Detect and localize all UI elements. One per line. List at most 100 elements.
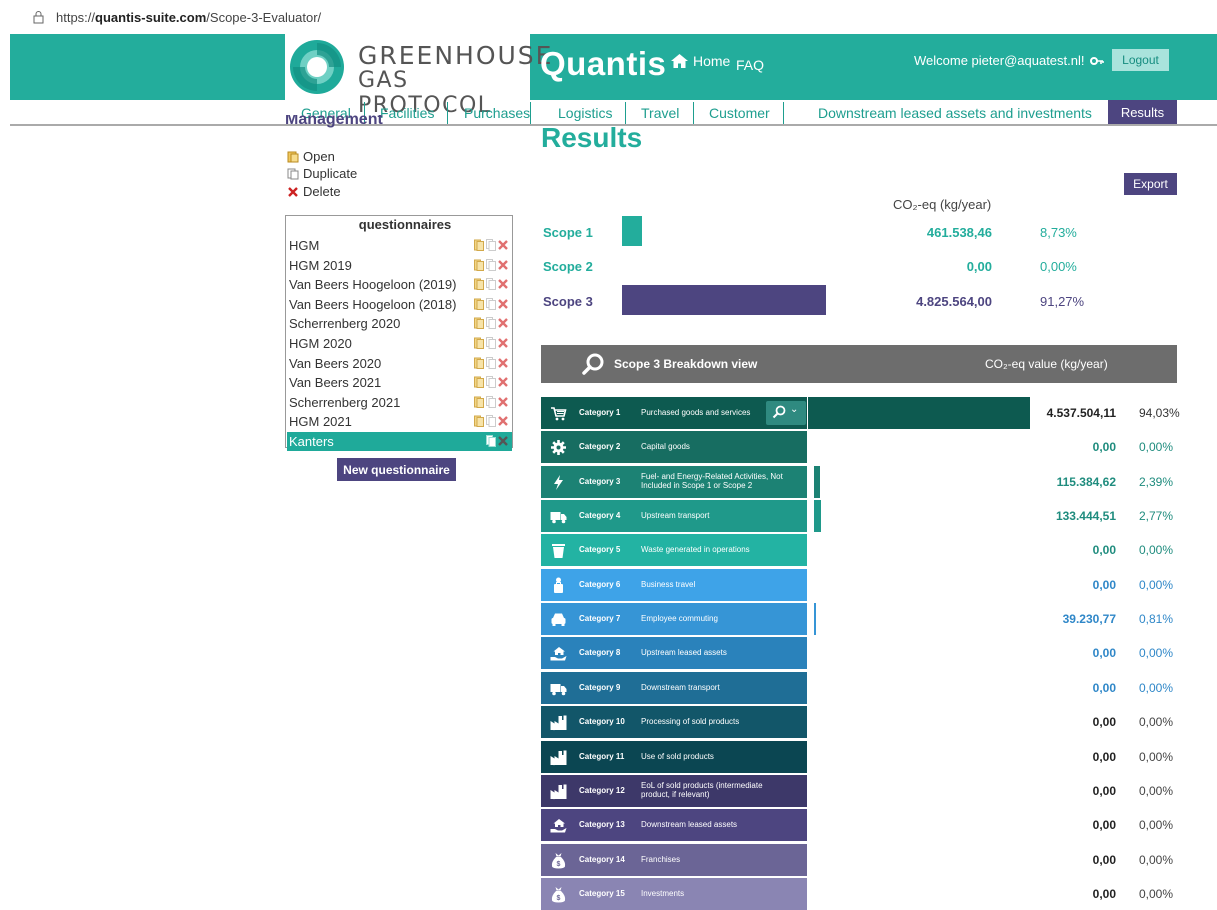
category-number: Category 7 (579, 614, 621, 624)
delete-icon[interactable] (498, 435, 508, 447)
category-row[interactable]: Category 11 Use of sold products (541, 740, 807, 773)
category-row[interactable]: Category 2 Capital goods (541, 431, 807, 464)
delete-icon[interactable] (498, 317, 508, 329)
questionnaire-item[interactable]: Kanters (287, 432, 512, 451)
open-icon[interactable] (474, 317, 484, 330)
category-bar (814, 465, 820, 498)
delete-icon[interactable] (498, 259, 508, 271)
duplicate-icon[interactable] (486, 435, 496, 447)
open-action[interactable]: Open (287, 149, 335, 164)
category-value: 0,00 (1092, 577, 1116, 592)
questionnaire-item[interactable]: Scherrenberg 2020 (287, 314, 512, 333)
lightning-icon (554, 474, 563, 490)
category-row[interactable]: Category 6 Business travel (541, 568, 807, 601)
category-percent: 2,77% (1139, 509, 1174, 524)
questionnaire-item[interactable]: Scherrenberg 2021 (287, 393, 512, 412)
delete-icon[interactable] (498, 415, 508, 427)
delete-icon[interactable] (498, 396, 508, 408)
url-text[interactable]: https://quantis-suite.com/Scope-3-Evalua… (56, 10, 321, 25)
questionnaire-item[interactable]: HGM 2019 (287, 256, 512, 275)
tab-travel[interactable]: Travel (641, 104, 679, 122)
questionnaire-item[interactable]: Van Beers Hoogeloon (2018) (287, 295, 512, 314)
delete-icon[interactable] (498, 239, 508, 251)
delete-icon[interactable] (498, 278, 508, 290)
open-icon[interactable] (474, 298, 484, 310)
delete-icon[interactable] (498, 337, 508, 349)
questionnaire-item[interactable]: HGM 2021 (287, 412, 512, 431)
category-details-button[interactable]: ⌄ (766, 401, 806, 425)
open-icon[interactable] (474, 396, 484, 408)
questionnaire-item[interactable]: HGM 2020 (287, 334, 512, 353)
category-row[interactable]: Category 3 Fuel- and Energy-Related Activ… (541, 465, 807, 498)
delete-icon[interactable] (498, 376, 508, 388)
scope-percent: 0,00% (1040, 259, 1077, 274)
category-row[interactable]: $ Category 15 Investments (541, 877, 807, 910)
tab-purchases[interactable]: Purchases (464, 104, 530, 122)
category-row[interactable]: Category 5 Waste generated in operations (541, 534, 807, 567)
delete-action[interactable]: Delete (287, 184, 341, 199)
category-row[interactable]: $ Category 14 Franchises (541, 843, 807, 876)
open-icon[interactable] (474, 259, 484, 271)
category-row[interactable]: Category 13 Downstream leased assets (541, 809, 807, 842)
tab-downstream[interactable]: Downstream leased assets and investments (818, 104, 1092, 122)
category-number: Category 11 (579, 751, 625, 761)
scope-label: Scope 2 (543, 259, 593, 274)
ghg-protocol-logo: GREENHOUSE GAS PROTOCOL (285, 34, 551, 118)
category-description: Waste generated in operations (641, 545, 750, 555)
duplicate-icon[interactable] (486, 395, 496, 408)
tab-customer[interactable]: Customer (709, 104, 770, 122)
new-questionnaire-button[interactable]: New questionnaire (337, 458, 456, 481)
category-description: Capital goods (641, 442, 690, 452)
duplicate-icon[interactable] (486, 317, 496, 330)
delete-icon[interactable] (498, 357, 508, 369)
duplicate-icon[interactable] (486, 278, 496, 291)
logout-button[interactable]: Logout (1112, 49, 1169, 71)
scope-value: 461.538,46 (926, 225, 992, 240)
open-icon[interactable] (474, 415, 484, 428)
tab-divider (783, 102, 784, 124)
category-description: Employee commuting (641, 614, 718, 624)
scope-percent: 8,73% (1040, 225, 1077, 240)
questionnaire-item[interactable]: Van Beers Hoogeloon (2019) (287, 275, 512, 294)
duplicate-icon[interactable] (486, 337, 496, 349)
duplicate-icon[interactable] (486, 356, 496, 369)
category-row[interactable]: Category 12 EoL of sold products (interme… (541, 774, 807, 807)
open-icon[interactable] (474, 376, 484, 389)
questionnaire-name: Scherrenberg 2020 (289, 316, 401, 332)
category-row[interactable]: Category 9 Downstream transport (541, 671, 807, 704)
questionnaire-name: Kanters (289, 434, 334, 449)
category-description: Use of sold products (641, 751, 714, 761)
home-link[interactable]: Home (670, 53, 730, 69)
tab-facilities[interactable]: Facilities (380, 104, 434, 122)
category-row[interactable]: Category 1 Purchased goods and services ⌄ (541, 397, 807, 429)
open-icon[interactable] (474, 357, 484, 369)
category-row[interactable]: Category 7 Employee commuting (541, 603, 807, 636)
questionnaire-list-title: questionnaires (358, 217, 452, 232)
delete-icon[interactable] (498, 298, 508, 310)
category-number: Category 3 (579, 476, 621, 486)
category-row[interactable]: Category 8 Upstream leased assets (541, 637, 807, 670)
questionnaire-item[interactable]: HGM (287, 236, 512, 255)
page-info-icon[interactable] (33, 10, 44, 24)
duplicate-icon[interactable] (486, 415, 496, 428)
category-row[interactable]: Category 10 Processing of sold products (541, 706, 807, 739)
scope-label: Scope 3 (543, 294, 593, 309)
duplicate-action[interactable]: Duplicate (287, 166, 357, 181)
duplicate-icon[interactable] (486, 297, 496, 310)
questionnaire-item[interactable]: Van Beers 2021 (287, 373, 512, 392)
address-bar[interactable]: https://quantis-suite.com/Scope-3-Evalua… (0, 0, 1217, 34)
duplicate-icon[interactable] (486, 258, 496, 271)
open-icon[interactable] (474, 239, 484, 251)
category-percent: 0,00% (1139, 818, 1174, 833)
open-icon[interactable] (474, 337, 484, 349)
tab-results[interactable]: Results (1108, 100, 1177, 124)
questionnaire-item[interactable]: Van Beers 2020 (287, 354, 512, 373)
cart-icon (551, 407, 567, 421)
duplicate-icon[interactable] (486, 239, 496, 251)
faq-link[interactable]: FAQ (736, 57, 764, 73)
export-button[interactable]: Export (1124, 173, 1177, 195)
key-icon[interactable] (1090, 56, 1104, 66)
duplicate-icon[interactable] (486, 376, 496, 389)
category-row[interactable]: Category 4 Upstream transport (541, 500, 807, 533)
open-icon[interactable] (474, 278, 484, 291)
